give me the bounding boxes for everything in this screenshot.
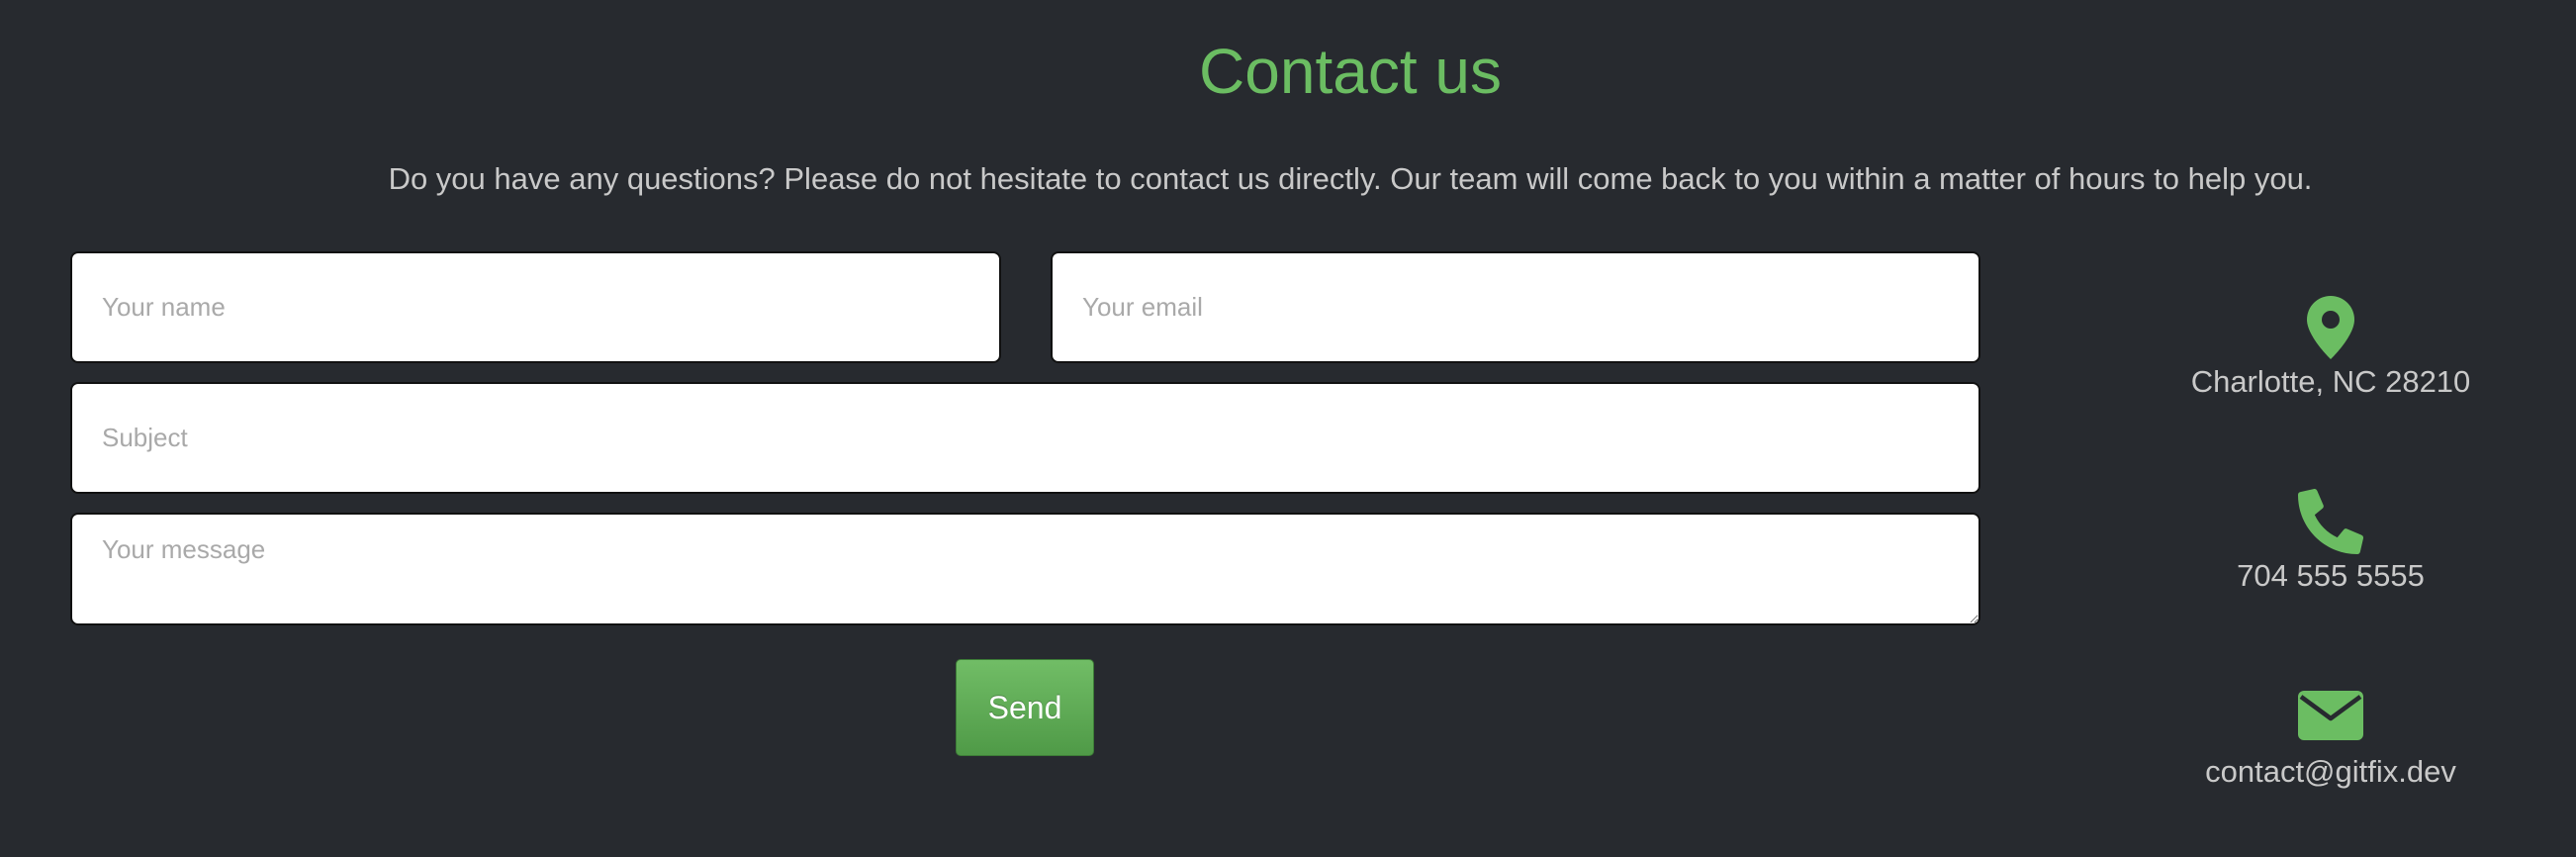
email-input[interactable] — [1051, 251, 1980, 363]
send-button[interactable]: Send — [956, 659, 1094, 756]
message-textarea[interactable] — [70, 513, 1980, 625]
page-subtitle: Do you have any questions? Please do not… — [388, 161, 2313, 196]
phone-text: 704 555 5555 — [2237, 558, 2425, 593]
email-text: contact@gitfix.dev — [2205, 754, 2456, 789]
map-marker-icon — [2307, 296, 2354, 359]
envelope-icon — [2298, 691, 2363, 740]
contact-phone: 704 555 5555 — [2097, 489, 2564, 596]
page-title: Contact us — [1199, 36, 1502, 107]
contact-email: contact@gitfix.dev — [2097, 691, 2564, 792]
address-text: Charlotte, NC 28210 — [2190, 364, 2471, 399]
subject-input[interactable] — [70, 382, 1980, 494]
contact-address: Charlotte, NC 28210 — [2097, 295, 2564, 402]
phone-icon — [2298, 489, 2363, 554]
name-input[interactable] — [70, 251, 1001, 363]
